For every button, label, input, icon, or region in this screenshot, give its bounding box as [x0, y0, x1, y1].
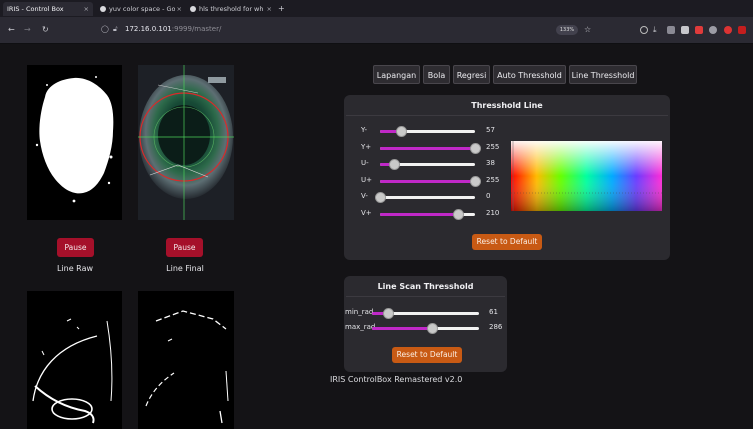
lock-icon: 🔓︎	[113, 25, 118, 33]
tab-title: yuv color space - Go	[109, 5, 176, 13]
slider-thumb[interactable]	[470, 142, 481, 154]
slider-u-[interactable]	[380, 175, 481, 187]
url-host: 172.16.0.101	[125, 25, 172, 33]
slider-value: 61	[489, 308, 498, 316]
slider-thumb[interactable]	[395, 126, 407, 137]
tab-bola[interactable]: Bola	[423, 65, 450, 84]
panel-divider	[346, 296, 505, 297]
reload-icon[interactable]: ↻	[42, 21, 49, 39]
slider-y-[interactable]	[380, 126, 475, 137]
ublock-icon[interactable]	[738, 26, 746, 34]
slider-value: 38	[486, 159, 495, 168]
slider-label: max_rad	[345, 323, 376, 331]
url-path: :9999/master/	[171, 25, 222, 33]
browser-tab-yuv[interactable]: yuv color space - Go ×	[96, 2, 186, 16]
tab-regresi[interactable]: Regresi	[453, 65, 490, 84]
reset-line-scan-button[interactable]: Reset to Default	[392, 347, 462, 363]
slider-value: 0	[486, 192, 491, 201]
tab-line-thresshold[interactable]: Line Thresshold	[569, 65, 637, 84]
line-final-image	[138, 65, 234, 220]
line-scan-final-image	[145, 310, 229, 424]
tab-auto-thresshold[interactable]: Auto Thresshold	[493, 65, 566, 84]
extension-icon[interactable]	[681, 26, 689, 34]
slider-y-[interactable]	[380, 142, 481, 154]
slider-value: 255	[486, 175, 500, 184]
reset-threshold-button[interactable]: Reset to Default	[472, 234, 542, 250]
footer-version: IRIS ControlBox Remastered v2.0	[330, 375, 463, 384]
forward-icon[interactable]: →	[24, 21, 31, 39]
line-scan-raw-feed	[27, 291, 122, 429]
line-scan-final-feed	[138, 291, 234, 429]
shield-icon: ◯	[101, 25, 109, 33]
slider-v-[interactable]	[380, 209, 475, 220]
slider-label: U+	[361, 175, 372, 184]
line-final-feed	[138, 65, 234, 220]
close-icon[interactable]: ×	[264, 2, 272, 16]
pause-final-button[interactable]: Pause	[166, 238, 203, 257]
extension-gear-icon[interactable]	[709, 26, 717, 34]
slider-thumb[interactable]	[470, 175, 481, 187]
extension-badge-icon[interactable]	[724, 26, 732, 34]
slider-value: 255	[486, 142, 500, 151]
feed-caption-raw: Line Raw	[56, 264, 94, 273]
back-icon[interactable]: ←	[8, 21, 15, 39]
account-icon[interactable]	[667, 26, 675, 34]
tab-lapangan[interactable]: Lapangan	[373, 65, 420, 84]
browser-tab-hls[interactable]: hls threshold for wh ×	[186, 2, 276, 16]
extension-red-icon[interactable]	[695, 26, 703, 34]
line-raw-feed	[27, 65, 122, 220]
threshold-line-title: Thresshold Line	[471, 101, 543, 110]
slider-value: 210	[486, 209, 500, 217]
line-scan-title: Line Scan Thresshold	[377, 282, 474, 291]
slider-fill	[380, 179, 475, 183]
tab-title: hls threshold for wh	[199, 5, 264, 13]
tab-title: IRIS - Control Box	[7, 5, 64, 13]
slider-thumb[interactable]	[383, 308, 395, 319]
slider-label: V-	[361, 192, 368, 201]
slider-label: Y+	[361, 142, 372, 151]
globe-icon	[190, 6, 196, 12]
line-raw-mask	[35, 76, 114, 203]
slider-v-[interactable]	[375, 192, 475, 204]
new-tab-button[interactable]: +	[278, 2, 285, 16]
slider-label: U-	[361, 159, 369, 168]
globe-icon	[100, 6, 106, 12]
feed-caption-final: Line Final	[166, 264, 204, 273]
panel-divider	[346, 115, 668, 116]
slider-label: min_rad	[345, 308, 374, 316]
bookmark-star-icon[interactable]: ☆	[584, 22, 591, 37]
url-text[interactable]: 172.16.0.101:9999/master/	[125, 22, 221, 37]
slider-label: Y-	[361, 126, 367, 134]
slider-min-rad[interactable]	[372, 308, 479, 319]
slider-thumb[interactable]	[452, 209, 464, 220]
close-icon[interactable]: ×	[174, 2, 182, 16]
pocket-icon[interactable]	[640, 26, 648, 34]
slider-thumb[interactable]	[426, 323, 438, 334]
slider-fill	[372, 327, 432, 330]
download-icon[interactable]: ⤓	[653, 21, 657, 39]
slider-u-[interactable]	[380, 159, 475, 171]
close-icon[interactable]: ×	[84, 2, 89, 16]
slider-fill	[380, 213, 458, 216]
slider-value: 286	[489, 323, 503, 331]
slider-max-rad[interactable]	[372, 323, 479, 334]
slider-value: 57	[486, 126, 495, 134]
yuv-color-space-plot	[511, 141, 662, 211]
slider-label: V+	[361, 209, 372, 217]
zoom-badge[interactable]: 133%	[556, 25, 578, 35]
browser-tab-iris[interactable]: IRIS - Control Box ×	[3, 2, 93, 16]
pause-raw-button[interactable]: Pause	[57, 238, 94, 257]
line-scan-raw-image	[32, 318, 113, 424]
slider-fill	[380, 146, 475, 150]
